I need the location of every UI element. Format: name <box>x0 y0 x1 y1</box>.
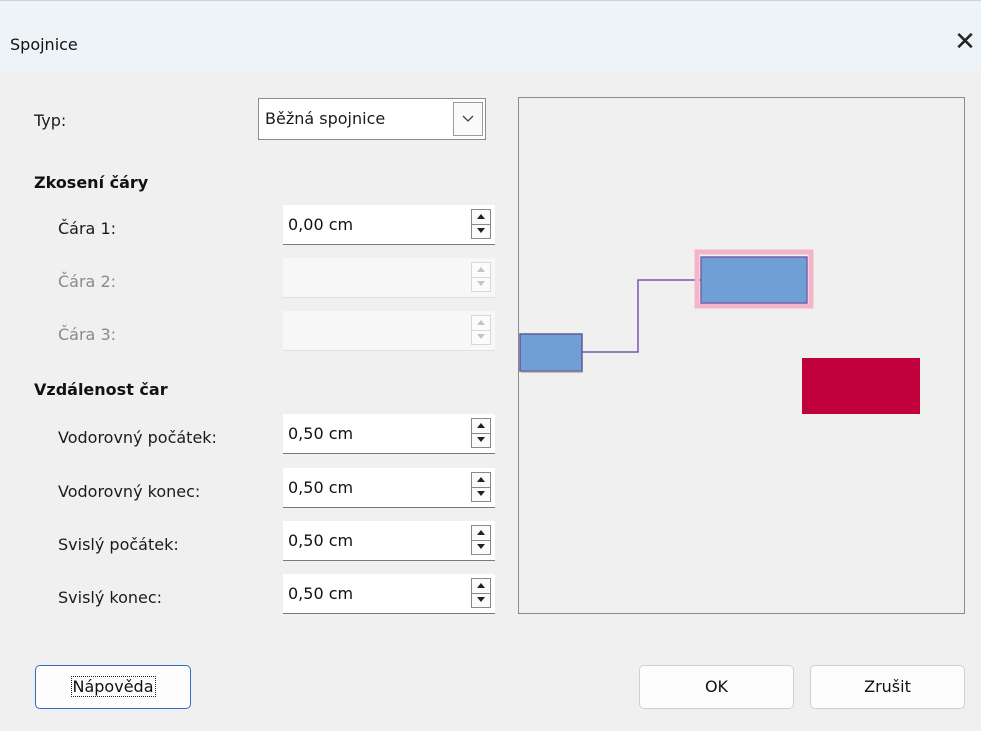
line2-spinbox <box>283 258 495 298</box>
line2-spin-buttons <box>471 262 491 292</box>
spin-down-icon[interactable] <box>476 436 486 443</box>
horizontal-start-label: Vodorovný počátek: <box>58 428 217 447</box>
spin-down-icon[interactable] <box>476 596 486 603</box>
skew-heading: Zkosení čáry <box>34 173 149 192</box>
line1-value: 0,00 cm <box>288 215 354 234</box>
start-shape <box>519 333 583 372</box>
spacing-heading: Vzdálenost čar <box>34 380 168 399</box>
line3-spin-buttons <box>471 315 491 345</box>
help-button[interactable]: Nápověda <box>35 665 191 709</box>
spin-down-icon[interactable] <box>476 490 486 497</box>
connector-type-value: Běžná spojnice <box>265 109 386 128</box>
help-button-label: Nápověda <box>70 676 156 697</box>
vertical-start-spinbox[interactable]: 0,50 cm <box>283 521 495 561</box>
horizontal-start-spin-buttons[interactable] <box>471 418 491 448</box>
line1-spinbox[interactable]: 0,00 cm <box>283 205 495 245</box>
type-label: Typ: <box>34 111 67 130</box>
ok-button[interactable]: OK <box>639 665 794 709</box>
end-shape <box>700 256 808 304</box>
vertical-start-value: 0,50 cm <box>288 531 354 550</box>
horizontal-start-value: 0,50 cm <box>288 424 354 443</box>
cancel-button[interactable]: Zrušit <box>810 665 965 709</box>
vertical-start-spin-buttons[interactable] <box>471 525 491 555</box>
accent-shape <box>802 358 920 414</box>
vertical-end-spinbox[interactable]: 0,50 cm <box>283 574 495 614</box>
spin-down-icon <box>477 334 485 339</box>
connector-type-select[interactable]: Běžná spojnice <box>258 98 486 140</box>
line3-spinbox <box>283 311 495 351</box>
chevron-down-icon[interactable] <box>453 102 483 136</box>
horizontal-start-spinbox[interactable]: 0,50 cm <box>283 414 495 454</box>
dialog-title: Spojnice <box>10 35 78 54</box>
spin-up-icon[interactable] <box>476 422 486 429</box>
spin-up-icon[interactable] <box>476 476 486 483</box>
close-icon[interactable]: ✕ <box>953 28 977 56</box>
title-bar: Spojnice ✕ <box>0 0 981 73</box>
line1-spin-buttons[interactable] <box>471 209 491 239</box>
spin-up-icon[interactable] <box>476 582 486 589</box>
spin-up-icon[interactable] <box>476 213 486 220</box>
horizontal-end-label: Vodorovný konec: <box>58 482 201 501</box>
connector-line <box>581 279 701 353</box>
vertical-start-label: Svislý počátek: <box>58 535 179 554</box>
vertical-end-value: 0,50 cm <box>288 584 354 603</box>
preview-canvas <box>519 249 920 414</box>
spin-up-icon <box>477 267 485 272</box>
line1-label: Čára 1: <box>58 219 117 238</box>
vertical-end-label: Svislý konec: <box>58 588 163 607</box>
spin-up-icon <box>477 320 485 325</box>
horizontal-end-spinbox[interactable]: 0,50 cm <box>283 468 495 508</box>
spin-up-icon[interactable] <box>476 529 486 536</box>
vertical-end-spin-buttons[interactable] <box>471 578 491 608</box>
connector-preview <box>518 97 965 614</box>
start-shape-shadow <box>521 370 583 373</box>
spin-down-icon[interactable] <box>476 543 486 550</box>
spin-down-icon <box>477 281 485 286</box>
horizontal-end-value: 0,50 cm <box>288 478 354 497</box>
line2-label: Čára 2: <box>58 272 117 291</box>
spin-down-icon[interactable] <box>476 227 486 234</box>
line3-label: Čára 3: <box>58 325 117 344</box>
horizontal-end-spin-buttons[interactable] <box>471 472 491 502</box>
